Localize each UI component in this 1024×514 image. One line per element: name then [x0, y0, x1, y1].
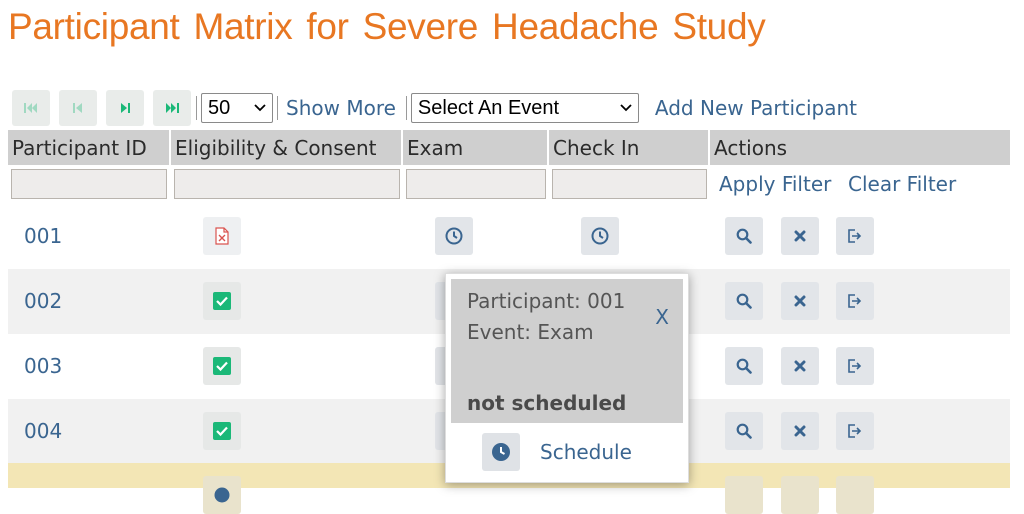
- last-page-button[interactable]: [153, 90, 191, 126]
- sign-out-icon: [848, 359, 862, 373]
- exam-filter[interactable]: [406, 169, 546, 199]
- col-check-in[interactable]: Check In: [549, 130, 710, 165]
- popup-event: Event: Exam: [467, 320, 594, 344]
- event-popup: Participant: 001 Event: Exam X not sched…: [445, 273, 689, 483]
- search-icon: [736, 358, 752, 374]
- popup-participant: Participant: 001: [467, 289, 626, 313]
- toolbar: 50 Show More Select An Event Add New Par…: [12, 89, 857, 127]
- participant-id-filter[interactable]: [11, 169, 167, 199]
- table-header: Participant ID Eligibility & Consent Exa…: [8, 130, 1010, 165]
- sign-out-button[interactable]: [836, 282, 874, 320]
- participant-id[interactable]: 002: [24, 269, 62, 334]
- eligibility-status-button[interactable]: [203, 217, 241, 255]
- clock-icon: [492, 443, 510, 461]
- chevron-down-icon: [254, 104, 266, 112]
- participant-id[interactable]: 004: [24, 399, 62, 464]
- close-icon: [794, 360, 806, 372]
- close-icon: [794, 295, 806, 307]
- col-exam[interactable]: Exam: [403, 130, 549, 165]
- view-button[interactable]: [725, 217, 763, 255]
- first-page-icon: [24, 103, 37, 113]
- page-size-value: 50: [208, 96, 231, 119]
- close-icon: [794, 425, 806, 437]
- clock-icon: [445, 227, 463, 245]
- divider: [196, 96, 197, 120]
- check-icon: [213, 292, 231, 310]
- search-icon: [736, 293, 752, 309]
- page-size-select[interactable]: 50: [201, 93, 273, 123]
- check-in-event-button[interactable]: [581, 217, 619, 255]
- page-title: Participant Matrix for Severe Headache S…: [8, 6, 766, 47]
- next-page-button[interactable]: [106, 90, 144, 126]
- sign-out-icon: [848, 424, 862, 438]
- schedule-button[interactable]: [482, 433, 520, 471]
- popup-info-panel: Participant: 001 Event: Exam X not sched…: [451, 279, 683, 423]
- event-select[interactable]: Select An Event: [410, 93, 639, 123]
- remove-button[interactable]: [781, 282, 819, 320]
- eligibility-status-button[interactable]: [203, 282, 241, 320]
- first-page-button[interactable]: [12, 90, 50, 126]
- prev-page-button[interactable]: [59, 90, 97, 126]
- chevron-down-icon: [620, 104, 632, 112]
- sign-out-button[interactable]: [836, 217, 874, 255]
- col-participant-id[interactable]: Participant ID: [8, 130, 171, 165]
- eligibility-status-button[interactable]: [203, 476, 241, 514]
- clear-filter-link[interactable]: Clear Filter: [848, 172, 956, 196]
- check-icon: [213, 422, 231, 440]
- view-button[interactable]: [725, 412, 763, 450]
- col-actions: Actions: [714, 136, 788, 160]
- sign-out-icon: [848, 294, 862, 308]
- popup-status: not scheduled: [467, 391, 627, 415]
- search-icon: [736, 228, 752, 244]
- invalid-file-icon: [215, 227, 229, 245]
- table-row: 001: [8, 204, 1010, 269]
- last-page-icon: [166, 103, 179, 113]
- sign-out-button[interactable]: [836, 476, 874, 514]
- close-icon: [794, 230, 806, 242]
- apply-filter-link[interactable]: Apply Filter: [719, 172, 831, 196]
- sign-out-button[interactable]: [836, 412, 874, 450]
- exam-event-button[interactable]: [435, 217, 473, 255]
- event-select-value: Select An Event: [417, 96, 560, 119]
- check-in-filter[interactable]: [552, 169, 707, 199]
- next-page-icon: [121, 103, 130, 113]
- check-icon: [213, 357, 231, 375]
- view-button[interactable]: [725, 476, 763, 514]
- remove-button[interactable]: [781, 412, 819, 450]
- remove-button[interactable]: [781, 217, 819, 255]
- add-participant-link[interactable]: Add New Participant: [655, 96, 857, 120]
- participant-id[interactable]: 001: [24, 204, 62, 269]
- divider: [405, 96, 407, 120]
- sign-out-button[interactable]: [836, 347, 874, 385]
- prev-page-icon: [73, 103, 82, 113]
- clock-icon: [591, 227, 609, 245]
- remove-button[interactable]: [781, 347, 819, 385]
- remove-button[interactable]: [781, 476, 819, 514]
- clock-icon: [214, 487, 230, 503]
- participant-id[interactable]: 003: [24, 334, 62, 399]
- col-eligibility[interactable]: Eligibility & Consent: [171, 130, 403, 165]
- view-button[interactable]: [725, 347, 763, 385]
- sign-out-icon: [848, 229, 862, 243]
- show-more-link[interactable]: Show More: [286, 96, 396, 120]
- view-button[interactable]: [725, 282, 763, 320]
- eligibility-status-button[interactable]: [203, 347, 241, 385]
- popup-close-button[interactable]: X: [655, 305, 669, 329]
- eligibility-status-button[interactable]: [203, 412, 241, 450]
- divider: [277, 96, 278, 120]
- eligibility-filter[interactable]: [174, 169, 400, 199]
- search-icon: [736, 423, 752, 439]
- schedule-link[interactable]: Schedule: [540, 440, 632, 464]
